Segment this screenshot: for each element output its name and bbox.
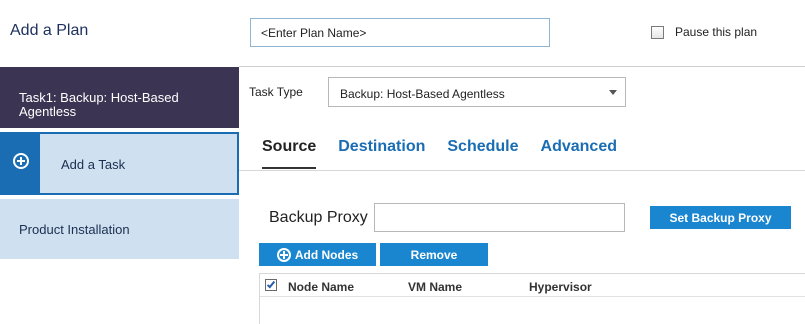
sidebar-item-add-task[interactable]: Add a Task: [0, 132, 239, 195]
sidebar-item-task1[interactable]: Task1: Backup: Host-Based Agentless: [0, 67, 239, 128]
tab-source[interactable]: Source: [262, 138, 317, 169]
add-nodes-label: Add Nodes: [294, 247, 359, 262]
add-plan-page: Add a Plan Pause this plan Task1: Backup…: [0, 0, 805, 324]
page-title: Add a Plan: [10, 22, 89, 39]
column-header-node-name[interactable]: Node Name: [288, 280, 354, 294]
pause-plan-label: Pause this plan: [675, 25, 758, 39]
add-nodes-button[interactable]: Add Nodes: [259, 243, 376, 266]
column-header-vm-name[interactable]: VM Name: [408, 280, 462, 294]
tab-schedule[interactable]: Schedule: [447, 138, 518, 169]
remove-button[interactable]: Remove: [380, 243, 488, 266]
plus-circle-icon: [13, 153, 29, 169]
tab-advanced[interactable]: Advanced: [541, 138, 617, 169]
sidebar-item-label: Task1: Backup: Host-Based Agentless: [19, 90, 179, 119]
sidebar-item-product-installation[interactable]: Product Installation: [0, 199, 239, 259]
pause-plan-checkbox[interactable]: [651, 25, 664, 39]
tab-destination[interactable]: Destination: [338, 138, 425, 169]
backup-proxy-label: Backup Proxy: [269, 209, 368, 226]
tab-bar: Source Destination Schedule Advanced: [262, 138, 639, 169]
header-divider: [239, 66, 805, 67]
tabs-divider: [239, 170, 805, 171]
sidebar-item-label: Add a Task: [61, 157, 126, 172]
check-icon: [266, 279, 276, 289]
backup-proxy-input[interactable]: [374, 203, 625, 232]
select-all-checkbox[interactable]: [265, 279, 277, 291]
sidebar-item-label: Product Installation: [19, 222, 130, 237]
sidebar: Task1: Backup: Host-Based Agentless Add …: [0, 67, 239, 259]
chevron-down-icon: [609, 90, 617, 95]
task-type-select[interactable]: Backup: Host-Based Agentless: [328, 77, 626, 107]
set-backup-proxy-button[interactable]: Set Backup Proxy: [650, 206, 791, 229]
plus-circle-icon: [276, 247, 291, 262]
task-type-value: Backup: Host-Based Agentless: [340, 87, 505, 101]
add-task-icon-cell: [2, 134, 40, 193]
column-header-hypervisor[interactable]: Hypervisor: [529, 280, 592, 294]
task-type-label: Task Type: [249, 85, 303, 99]
node-table-header: Node Name VM Name Hypervisor: [260, 274, 805, 297]
pause-plan-option[interactable]: Pause this plan: [651, 25, 757, 39]
node-table: Node Name VM Name Hypervisor: [259, 273, 805, 324]
plan-name-input[interactable]: [250, 18, 550, 47]
